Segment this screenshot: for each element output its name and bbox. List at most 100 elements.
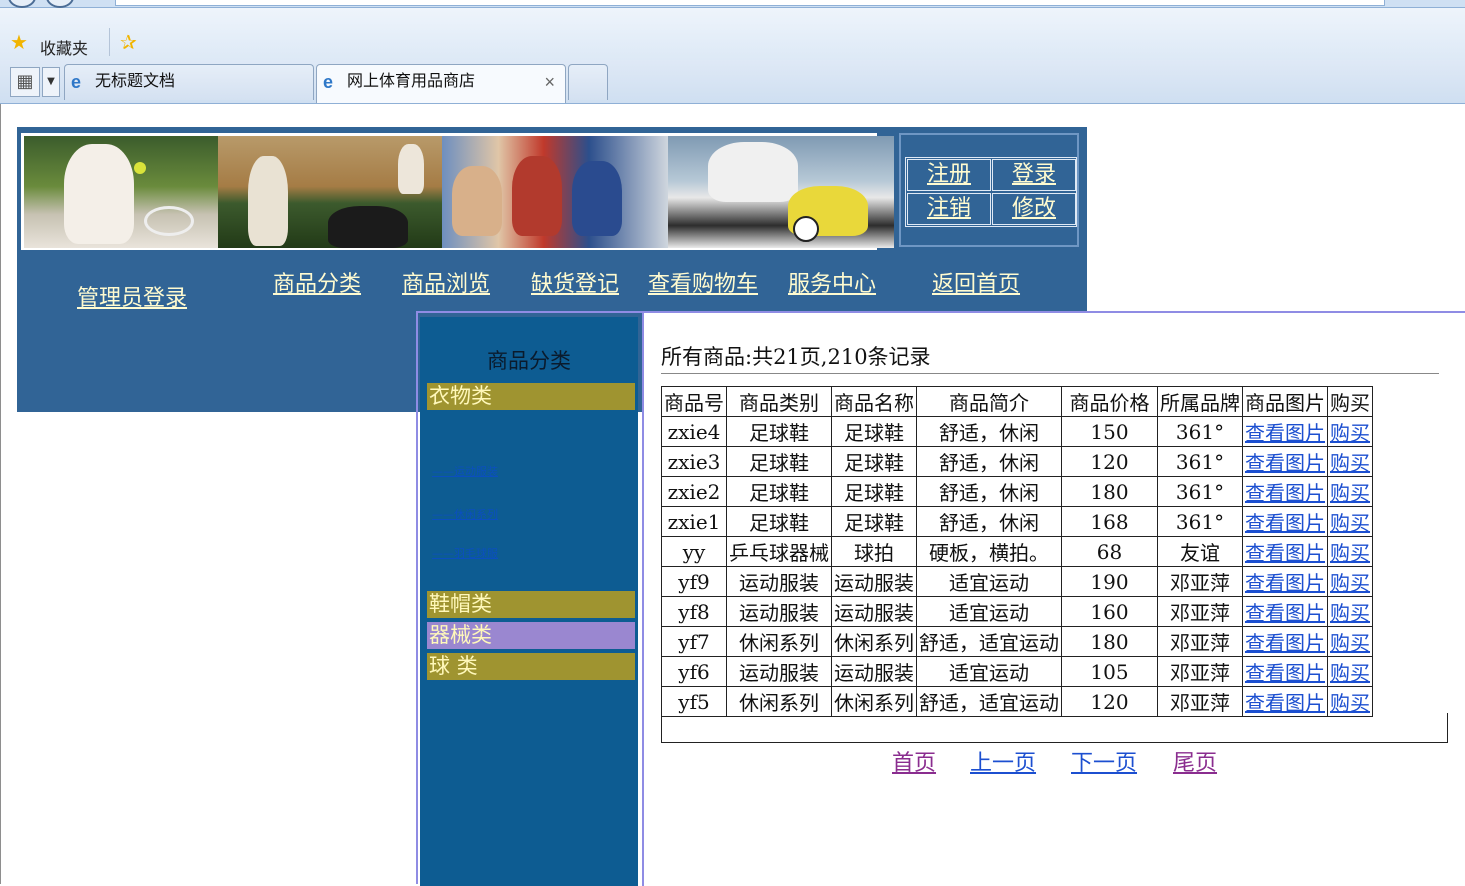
- category-clothing[interactable]: 衣物类: [427, 383, 635, 410]
- tab-bar: ▦ ▼ e 无标题文档 e 网上体育用品商店 ×: [0, 60, 1465, 104]
- sprinters-photo: [442, 136, 668, 248]
- nav-admin-login[interactable]: 管理员登录: [77, 280, 187, 312]
- product-description-cell: 硬板，横拍。: [916, 536, 1062, 567]
- pager-first-link[interactable]: 首页: [892, 745, 936, 777]
- ie-page-icon: e: [323, 72, 334, 92]
- image-cell: 查看图片: [1242, 686, 1328, 717]
- table-header-row: 商品号 商品类别 商品名称 商品简介 商品价格 所属品牌 商品图片 购买: [661, 386, 1373, 417]
- image-cell: 查看图片: [1242, 566, 1328, 597]
- baseball-player-photo: [218, 136, 442, 248]
- buy-cell: 购买: [1327, 536, 1373, 567]
- product-name-cell: 运动服装: [831, 656, 917, 687]
- buy-link[interactable]: 购买: [1330, 511, 1370, 535]
- product-id-cell: yf7: [661, 626, 727, 657]
- browser-titlebar: [0, 0, 1465, 8]
- view-image-link[interactable]: 查看图片: [1245, 631, 1325, 655]
- tab-list-dropdown-icon[interactable]: ▼: [42, 67, 60, 97]
- pager-last-link[interactable]: 尾页: [1173, 745, 1217, 777]
- product-category-cell: 足球鞋: [726, 446, 832, 477]
- category-balls[interactable]: 球 类: [427, 653, 635, 680]
- nav-service[interactable]: 服务中心: [788, 266, 876, 298]
- product-brand-cell: 友谊: [1157, 536, 1243, 567]
- buy-cell: 购买: [1327, 506, 1373, 537]
- nav-categories[interactable]: 商品分类: [273, 266, 361, 298]
- sports-banner-image: [21, 133, 894, 251]
- table-row: yf9 运动服装 运动服装 适宜运动 190 邓亚萍 查看图片 购买: [661, 566, 1373, 597]
- view-image-link[interactable]: 查看图片: [1245, 691, 1325, 715]
- buy-link[interactable]: 购买: [1330, 661, 1370, 685]
- view-image-link[interactable]: 查看图片: [1245, 421, 1325, 445]
- buy-cell: 购买: [1327, 476, 1373, 507]
- address-bar[interactable]: [115, 0, 1385, 6]
- buy-link[interactable]: 购买: [1330, 451, 1370, 475]
- nav-browse[interactable]: 商品浏览: [402, 266, 490, 298]
- nav-home[interactable]: 返回首页: [932, 266, 1020, 298]
- view-image-link[interactable]: 查看图片: [1245, 481, 1325, 505]
- tab-untitled-document[interactable]: e 无标题文档: [64, 64, 314, 100]
- view-image-link[interactable]: 查看图片: [1245, 661, 1325, 685]
- image-cell: 查看图片: [1242, 416, 1328, 447]
- tab-label: 网上体育用品商店: [347, 73, 476, 90]
- product-brand-cell: 361°: [1157, 476, 1243, 507]
- pager-next-link[interactable]: 下一页: [1071, 745, 1137, 777]
- tab-sports-store[interactable]: e 网上体育用品商店 ×: [316, 64, 566, 103]
- product-description-cell: 舒适，休闲: [916, 476, 1062, 507]
- buy-cell: 购买: [1327, 566, 1373, 597]
- subcategory-link[interactable]: ——羽毛球服: [432, 545, 498, 561]
- buy-link[interactable]: 购买: [1330, 601, 1370, 625]
- soccer-player-photo: [668, 136, 894, 248]
- category-equipment[interactable]: 器械类: [427, 622, 635, 649]
- add-favorite-icon[interactable]: ✰: [120, 30, 137, 54]
- column-header: 商品价格: [1061, 386, 1158, 417]
- buy-link[interactable]: 购买: [1330, 691, 1370, 715]
- product-brand-cell: 361°: [1157, 416, 1243, 447]
- favorites-button[interactable]: 收藏夹: [40, 35, 88, 59]
- image-cell: 查看图片: [1242, 536, 1328, 567]
- product-name-cell: 休闲系列: [831, 686, 917, 717]
- subcategory-link[interactable]: ——运动服装: [432, 463, 498, 479]
- buy-link[interactable]: 购买: [1330, 541, 1370, 565]
- view-image-link[interactable]: 查看图片: [1245, 601, 1325, 625]
- subcategory-link[interactable]: ——休闲系列: [432, 506, 498, 522]
- logout-link[interactable]: 注销: [907, 193, 991, 225]
- modify-link[interactable]: 修改: [992, 193, 1076, 225]
- nav-out-of-stock[interactable]: 缺货登记: [531, 266, 619, 298]
- buy-link[interactable]: 购买: [1330, 421, 1370, 445]
- column-header: 所属品牌: [1157, 386, 1243, 417]
- view-image-link[interactable]: 查看图片: [1245, 451, 1325, 475]
- pager-prev-link[interactable]: 上一页: [970, 745, 1036, 777]
- product-category-cell: 休闲系列: [726, 686, 832, 717]
- table-row: yf5 休闲系列 休闲系列 舒适，适宜运动 120 邓亚萍 查看图片 购买: [661, 686, 1373, 717]
- quick-tabs-icon[interactable]: ▦: [10, 67, 40, 97]
- back-button[interactable]: [8, 0, 36, 8]
- view-image-link[interactable]: 查看图片: [1245, 511, 1325, 535]
- product-category-cell: 足球鞋: [726, 476, 832, 507]
- forward-button[interactable]: [46, 0, 74, 8]
- account-box: 注册 登录 注销 修改: [899, 133, 1079, 247]
- view-image-link[interactable]: 查看图片: [1245, 541, 1325, 565]
- register-link[interactable]: 注册: [907, 159, 991, 191]
- main-nav: 管理员登录 商品分类 商品浏览 缺货登记 查看购物车 服务中心 返回首页: [17, 250, 1087, 312]
- column-header: 购买: [1327, 386, 1373, 417]
- favorites-star-icon[interactable]: ★: [10, 32, 28, 52]
- view-image-link[interactable]: 查看图片: [1245, 571, 1325, 595]
- product-id-cell: yf5: [661, 686, 727, 717]
- buy-link[interactable]: 购买: [1330, 571, 1370, 595]
- favorites-separator: [109, 28, 110, 56]
- product-category-cell: 乒乓球器械: [726, 536, 832, 567]
- login-link[interactable]: 登录: [992, 159, 1076, 191]
- image-cell: 查看图片: [1242, 446, 1328, 477]
- new-tab-button[interactable]: [568, 64, 608, 100]
- close-tab-icon[interactable]: ×: [544, 65, 555, 99]
- product-price-cell: 168: [1061, 506, 1158, 537]
- buy-link[interactable]: 购买: [1330, 631, 1370, 655]
- buy-link[interactable]: 购买: [1330, 481, 1370, 505]
- product-brand-cell: 361°: [1157, 506, 1243, 537]
- category-shoes-hats[interactable]: 鞋帽类: [427, 591, 635, 618]
- product-price-cell: 150: [1061, 416, 1158, 447]
- product-description-cell: 适宜运动: [916, 656, 1062, 687]
- nav-cart[interactable]: 查看购物车: [648, 266, 758, 298]
- table-row: yf6 运动服装 运动服装 适宜运动 105 邓亚萍 查看图片 购买: [661, 656, 1373, 687]
- table-body: zxie4 足球鞋 足球鞋 舒适，休闲 150 361° 查看图片 购买 zxie3 足球鞋 足球鞋…: [661, 416, 1373, 717]
- product-brand-cell: 邓亚萍: [1157, 656, 1243, 687]
